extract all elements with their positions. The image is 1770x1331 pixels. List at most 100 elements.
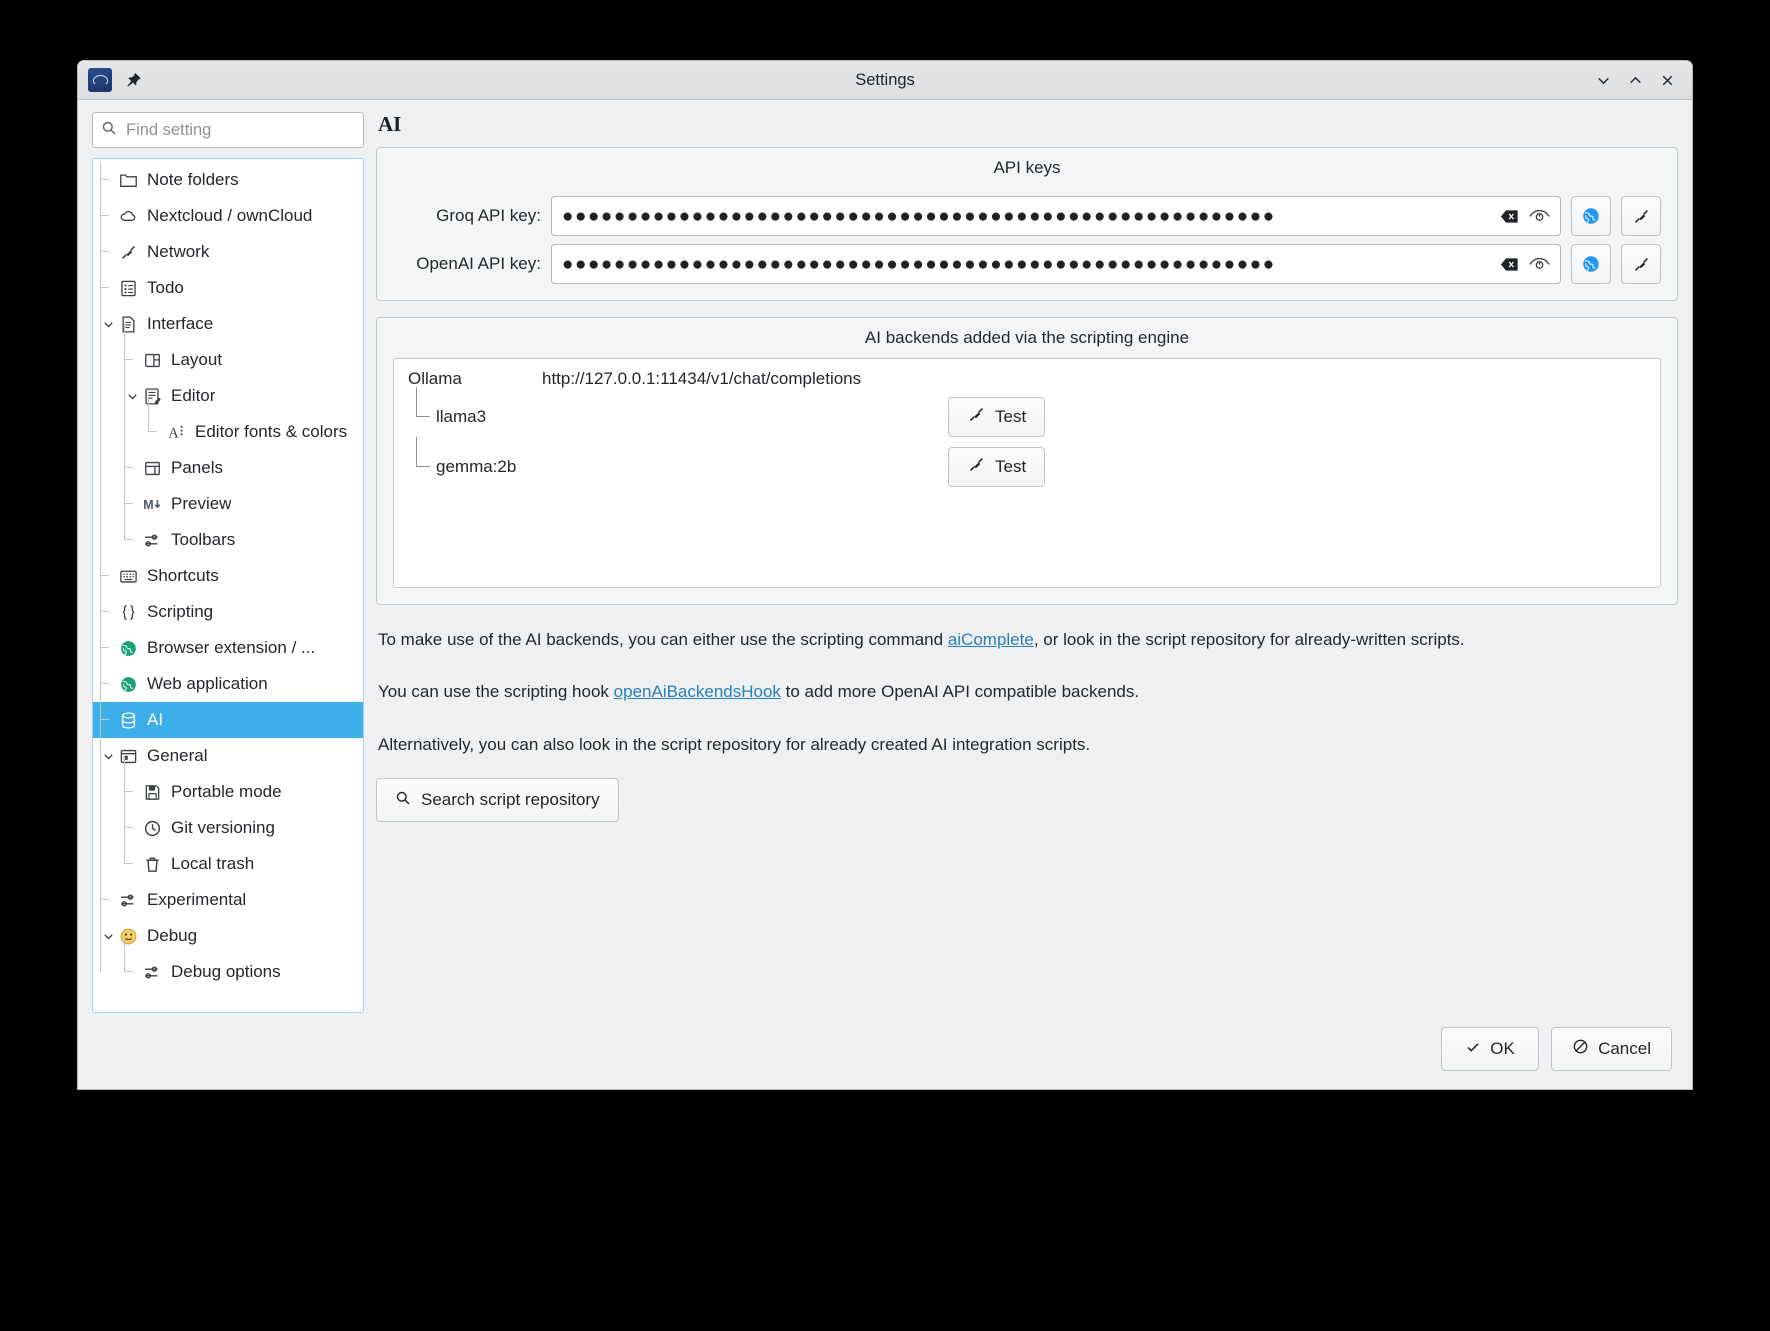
layout-icon bbox=[141, 349, 163, 371]
chevron-down-icon[interactable] bbox=[123, 390, 141, 403]
api-key-row: Groq API key:●●●●●●●●●●●●●●●●●●●●●●●●●●●… bbox=[393, 196, 1661, 236]
backend-header: Ollama http://127.0.0.1:11434/v1/chat/co… bbox=[408, 369, 1646, 389]
sidebar-item-label: AI bbox=[147, 710, 163, 730]
sidebar-item-browser-extension[interactable]: Browser extension / ... bbox=[93, 630, 363, 666]
open-website-button[interactable] bbox=[1571, 244, 1611, 284]
search-icon bbox=[101, 120, 117, 141]
sidebar-item-debug-options[interactable]: Debug options bbox=[93, 954, 363, 990]
backend-name: Ollama bbox=[408, 369, 542, 389]
sidebar-item-git-versioning[interactable]: Git versioning bbox=[93, 810, 363, 846]
database-icon bbox=[117, 709, 139, 731]
settings-sidebar: Note folders Nextcloud / ownCloud Network T… bbox=[92, 112, 364, 1013]
sidebar-item-label: Panels bbox=[171, 458, 223, 478]
test-api-key-button[interactable] bbox=[1621, 196, 1661, 236]
test-api-key-button[interactable] bbox=[1621, 244, 1661, 284]
sidebar-item-toolbars[interactable]: Toolbars bbox=[93, 522, 363, 558]
sidebar-item-local-trash[interactable]: Local trash bbox=[93, 846, 363, 882]
sidebar-item-scripting[interactable]: Scripting bbox=[93, 594, 363, 630]
backend-model-row: llama3Test bbox=[408, 395, 1646, 439]
plug-icon bbox=[967, 405, 986, 429]
maximize-button[interactable] bbox=[1620, 66, 1650, 94]
sidebar-item-web-application[interactable]: Web application bbox=[93, 666, 363, 702]
eye-icon[interactable] bbox=[1524, 249, 1554, 279]
dialog-footer: OK Cancel bbox=[78, 1013, 1692, 1089]
sidebar-item-panels[interactable]: Panels bbox=[93, 450, 363, 486]
sidebar-item-label: Network bbox=[147, 242, 209, 262]
sidebar-item-network[interactable]: Network bbox=[93, 234, 363, 270]
test-button-label: Test bbox=[995, 457, 1026, 477]
desc-p1-after: , or look in the script repository for a… bbox=[1034, 630, 1465, 649]
eye-icon[interactable] bbox=[1524, 201, 1554, 231]
search-input[interactable] bbox=[124, 120, 355, 141]
test-model-button[interactable]: Test bbox=[948, 397, 1045, 437]
sidebar-item-shortcuts[interactable]: Shortcuts bbox=[93, 558, 363, 594]
close-button[interactable] bbox=[1652, 66, 1682, 94]
sidebar-item-experimental[interactable]: Experimental bbox=[93, 882, 363, 918]
description-paragraph-3: Alternatively, you can also look in the … bbox=[378, 732, 1676, 758]
clear-backspace-icon[interactable] bbox=[1494, 201, 1524, 231]
ai-complete-link[interactable]: aiComplete bbox=[948, 630, 1034, 649]
open-website-button[interactable] bbox=[1571, 196, 1611, 236]
keyboard-icon bbox=[117, 565, 139, 587]
settings-tree[interactable]: Note folders Nextcloud / ownCloud Network T… bbox=[92, 158, 364, 1013]
sidebar-item-general[interactable]: General bbox=[93, 738, 363, 774]
api-key-row: OpenAI API key:●●●●●●●●●●●●●●●●●●●●●●●●●… bbox=[393, 244, 1661, 284]
sidebar-item-editor-fonts-colors[interactable]: AEditor fonts & colors bbox=[93, 414, 363, 450]
window-icon bbox=[117, 745, 139, 767]
sidebar-item-portable-mode[interactable]: Portable mode bbox=[93, 774, 363, 810]
sidebar-item-label: General bbox=[147, 746, 207, 766]
sidebar-item-label: Browser extension / ... bbox=[147, 638, 315, 658]
openai-backends-hook-link[interactable]: openAiBackendsHook bbox=[614, 682, 781, 701]
markdown-icon: M bbox=[141, 493, 163, 515]
sidebar-item-label: Preview bbox=[171, 494, 231, 514]
sidebar-item-label: Scripting bbox=[147, 602, 213, 622]
sidebar-item-label: Toolbars bbox=[171, 530, 235, 550]
sidebar-item-label: Local trash bbox=[171, 854, 254, 874]
search-input-wrapper[interactable] bbox=[92, 112, 364, 148]
sidebar-item-debug[interactable]: Debug bbox=[93, 918, 363, 954]
backends-group: AI backends added via the scripting engi… bbox=[376, 317, 1678, 605]
clock-icon bbox=[141, 817, 163, 839]
check-icon bbox=[1465, 1039, 1481, 1060]
plug-icon bbox=[967, 455, 986, 479]
sidebar-item-label: Debug options bbox=[171, 962, 281, 982]
sliders-icon bbox=[141, 961, 163, 983]
sidebar-item-note-folders[interactable]: Note folders bbox=[93, 162, 363, 198]
sidebar-item-interface[interactable]: Interface bbox=[93, 306, 363, 342]
test-button-label: Test bbox=[995, 407, 1026, 427]
sidebar-item-nextcloud-owncloud[interactable]: Nextcloud / ownCloud bbox=[93, 198, 363, 234]
window-title: Settings bbox=[78, 71, 1692, 90]
sidebar-item-layout[interactable]: Layout bbox=[93, 342, 363, 378]
backends-list[interactable]: Ollama http://127.0.0.1:11434/v1/chat/co… bbox=[393, 358, 1661, 588]
desc-p2-after: to add more OpenAI API compatible backen… bbox=[781, 682, 1139, 701]
description-paragraph-2: You can use the scripting hook openAiBac… bbox=[378, 679, 1676, 705]
clear-backspace-icon[interactable] bbox=[1494, 249, 1524, 279]
folder-icon bbox=[117, 169, 139, 191]
tree-connector bbox=[416, 387, 430, 417]
test-model-button[interactable]: Test bbox=[948, 447, 1045, 487]
chevron-down-icon[interactable] bbox=[99, 930, 117, 943]
chevron-down-icon[interactable] bbox=[99, 318, 117, 331]
api-key-field[interactable]: ●●●●●●●●●●●●●●●●●●●●●●●●●●●●●●●●●●●●●●●●… bbox=[551, 244, 1561, 284]
sidebar-item-label: Nextcloud / ownCloud bbox=[147, 206, 312, 226]
svg-text:A: A bbox=[168, 425, 179, 441]
sidebar-item-ai[interactable]: AI bbox=[93, 702, 363, 738]
editor-icon bbox=[141, 385, 163, 407]
document-icon bbox=[117, 313, 139, 335]
sidebar-item-label: Editor bbox=[171, 386, 215, 406]
chevron-down-icon[interactable] bbox=[99, 750, 117, 763]
ok-button[interactable]: OK bbox=[1441, 1027, 1539, 1071]
braces-icon bbox=[117, 601, 139, 623]
search-script-repository-button[interactable]: Search script repository bbox=[376, 778, 619, 822]
desc-p2-before: You can use the scripting hook bbox=[378, 682, 614, 701]
sidebar-item-todo[interactable]: Todo bbox=[93, 270, 363, 306]
cancel-label: Cancel bbox=[1598, 1039, 1651, 1059]
pin-icon[interactable] bbox=[118, 66, 148, 94]
notes-app-icon bbox=[88, 68, 112, 92]
api-key-field[interactable]: ●●●●●●●●●●●●●●●●●●●●●●●●●●●●●●●●●●●●●●●●… bbox=[551, 196, 1561, 236]
sidebar-item-preview[interactable]: M Preview bbox=[93, 486, 363, 522]
backend-url: http://127.0.0.1:11434/v1/chat/completio… bbox=[542, 369, 861, 389]
minimize-button[interactable] bbox=[1588, 66, 1618, 94]
cancel-button[interactable]: Cancel bbox=[1551, 1027, 1672, 1071]
sidebar-item-editor[interactable]: Editor bbox=[93, 378, 363, 414]
